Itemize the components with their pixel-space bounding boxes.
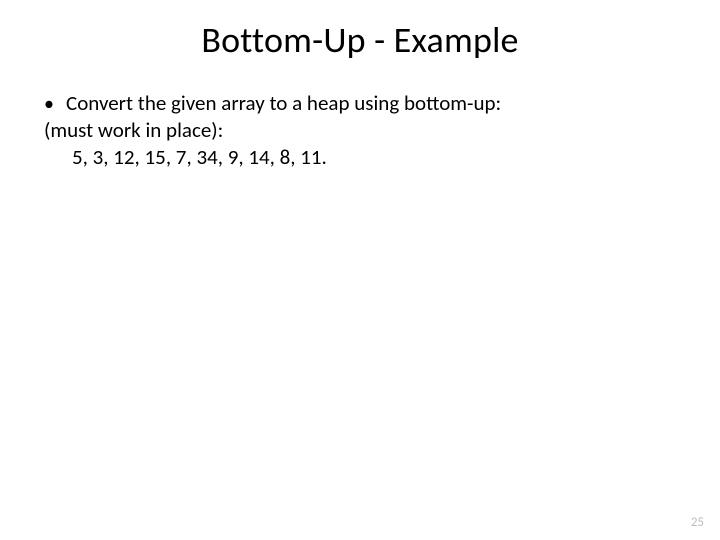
page-number: 25 [691,515,704,530]
slide: Bottom-Up - Example • Convert the given … [0,0,720,540]
body-line-data: 5, 3, 12, 15, 7, 34, 9, 14, 8, 11. [44,144,660,171]
slide-content: • Convert the given array to a heap usin… [0,90,720,171]
bullet-item: • Convert the given array to a heap usin… [44,90,660,117]
body-line: (must work in place): [44,117,660,144]
slide-title: Bottom-Up - Example [0,0,720,90]
bullet-icon: • [44,92,66,116]
bullet-text: Convert the given array to a heap using … [66,90,660,117]
